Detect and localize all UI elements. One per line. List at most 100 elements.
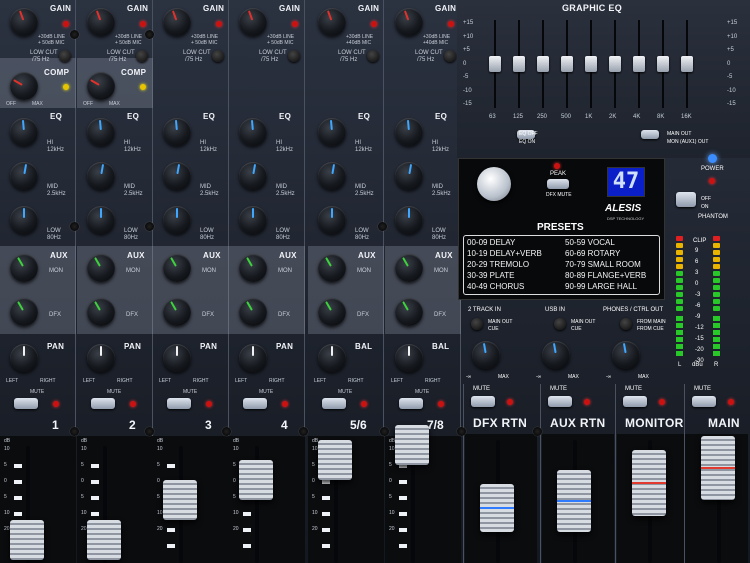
eq-band-slider-7[interactable]: [657, 56, 669, 72]
pan-knob-5[interactable]: [318, 344, 346, 372]
input-range-3: MAX: [568, 374, 579, 380]
fader-scale-mark-1-1: 5: [4, 462, 7, 468]
eq-hi-knob-2[interactable]: [87, 118, 115, 146]
gain-knob-6[interactable]: [395, 8, 423, 36]
eq-band-slider-5[interactable]: [609, 56, 621, 72]
dfx-mute-label: DFX MUTE: [546, 192, 572, 198]
gain-knob-2[interactable]: [87, 8, 115, 36]
eq-low-knob-3[interactable]: [163, 206, 191, 234]
return-mute-button-2[interactable]: [623, 396, 647, 407]
pan-knob-1[interactable]: [10, 344, 38, 372]
phones-source-button[interactable]: [620, 318, 632, 330]
aux-dfx-knob-3[interactable]: [163, 298, 191, 326]
low-cut-button-5[interactable]: [367, 50, 379, 62]
eq-hi-knob-6[interactable]: [395, 118, 423, 146]
return-fader-3[interactable]: [701, 436, 735, 500]
return-fader-2[interactable]: [632, 450, 666, 516]
mute-button-6[interactable]: [399, 398, 423, 409]
return-fader-0[interactable]: [480, 484, 514, 532]
return-fader-1[interactable]: [557, 470, 591, 532]
aux-mon-knob-1[interactable]: [10, 254, 38, 282]
aux-mon-knob-4[interactable]: [239, 254, 267, 282]
eq-mid-knob-6[interactable]: [395, 162, 423, 190]
comp-knob-1[interactable]: [10, 72, 38, 100]
fx-select-knob[interactable]: [477, 167, 511, 201]
eq-low-knob-2[interactable]: [87, 206, 115, 234]
aux-mon-knob-6[interactable]: [395, 254, 423, 282]
mute-button-1[interactable]: [14, 398, 38, 409]
return-mute-button-3[interactable]: [692, 396, 716, 407]
return-mute-button-0[interactable]: [471, 396, 495, 407]
comp-knob-2[interactable]: [87, 72, 115, 100]
phones-level-knob[interactable]: [612, 341, 640, 369]
eq-output-button[interactable]: [641, 130, 659, 139]
mute-button-5[interactable]: [322, 398, 346, 409]
aux-dfx-knob-2[interactable]: [87, 298, 115, 326]
meter-dbu-label: dBu: [692, 362, 703, 368]
pan-knob-4[interactable]: [239, 344, 267, 372]
eq-label-1: EQ: [50, 112, 63, 121]
return-mute-button-1[interactable]: [548, 396, 572, 407]
fader-scale-bar-2-2: [91, 496, 99, 500]
pan-knob-2[interactable]: [87, 344, 115, 372]
eq-band-slider-3[interactable]: [561, 56, 573, 72]
channel-fader-4[interactable]: [239, 460, 273, 500]
eq-band-slider-2[interactable]: [537, 56, 549, 72]
eq-low-knob-4[interactable]: [239, 206, 267, 234]
eq-band-slider-0[interactable]: [489, 56, 501, 72]
aux-dfx-knob-1[interactable]: [10, 298, 38, 326]
mic-label-1: + 50dB MIC: [38, 40, 65, 46]
aux-mon-knob-2[interactable]: [87, 254, 115, 282]
eq-mid-knob-2[interactable]: [87, 162, 115, 190]
aux-dfx-knob-5[interactable]: [318, 298, 346, 326]
low-cut-button-2[interactable]: [136, 50, 148, 62]
two-track-button[interactable]: [471, 318, 483, 330]
eq-hi-knob-5[interactable]: [318, 118, 346, 146]
eq-band-slider-8[interactable]: [681, 56, 693, 72]
mute-button-4[interactable]: [243, 398, 267, 409]
eq-hi-knob-1[interactable]: [10, 118, 38, 146]
phantom-switch[interactable]: [676, 192, 696, 207]
gain-knob-4[interactable]: [239, 8, 267, 36]
eq-low-knob-5[interactable]: [318, 206, 346, 234]
gain-knob-5[interactable]: [318, 8, 346, 36]
aux-mon-knob-3[interactable]: [163, 254, 191, 282]
mute-button-3[interactable]: [167, 398, 191, 409]
usb-level-knob[interactable]: [542, 341, 570, 369]
low-cut-button-3[interactable]: [212, 50, 224, 62]
low-cut-button-1[interactable]: [59, 50, 71, 62]
channel-fader-2[interactable]: [87, 520, 121, 560]
eq-band-slider-4[interactable]: [585, 56, 597, 72]
eq-low-knob-1[interactable]: [10, 206, 38, 234]
low-cut-button-4[interactable]: [288, 50, 300, 62]
eq-hi-knob-4[interactable]: [239, 118, 267, 146]
aux-dfx-knob-6[interactable]: [395, 298, 423, 326]
eq-mid-knob-1[interactable]: [10, 162, 38, 190]
channel-fader-5[interactable]: [318, 440, 352, 480]
two-track-level-knob[interactable]: [472, 341, 500, 369]
pan-knob-3[interactable]: [163, 344, 191, 372]
gain-knob-3[interactable]: [163, 8, 191, 36]
aux-mon-knob-5[interactable]: [318, 254, 346, 282]
eq-mid-knob-4[interactable]: [239, 162, 267, 190]
eq-mid-knob-5[interactable]: [318, 162, 346, 190]
meter-left-seg-10: [676, 306, 683, 311]
eq-band-slider-1[interactable]: [513, 56, 525, 72]
channel-fader-6[interactable]: [395, 425, 429, 465]
return-fader-line-0: [480, 507, 514, 510]
pan-knob-6[interactable]: [395, 344, 423, 372]
mute-button-2[interactable]: [91, 398, 115, 409]
eq-band-slider-6[interactable]: [633, 56, 645, 72]
low-cut-button-6[interactable]: [444, 50, 456, 62]
channel-fader-1[interactable]: [10, 520, 44, 560]
eq-mid-knob-3[interactable]: [163, 162, 191, 190]
usb-button[interactable]: [554, 318, 566, 330]
eq-low-knob-6[interactable]: [395, 206, 423, 234]
gain-knob-1[interactable]: [10, 8, 38, 36]
aux-dfx-knob-4[interactable]: [239, 298, 267, 326]
channel-fader-3[interactable]: [163, 480, 197, 520]
eq-hi-knob-3[interactable]: [163, 118, 191, 146]
dfx-mute-button[interactable]: [547, 179, 569, 189]
fader-scale-mark-5-0: 10: [312, 446, 318, 452]
low-cut-freq-1: /75 Hz: [32, 57, 50, 63]
